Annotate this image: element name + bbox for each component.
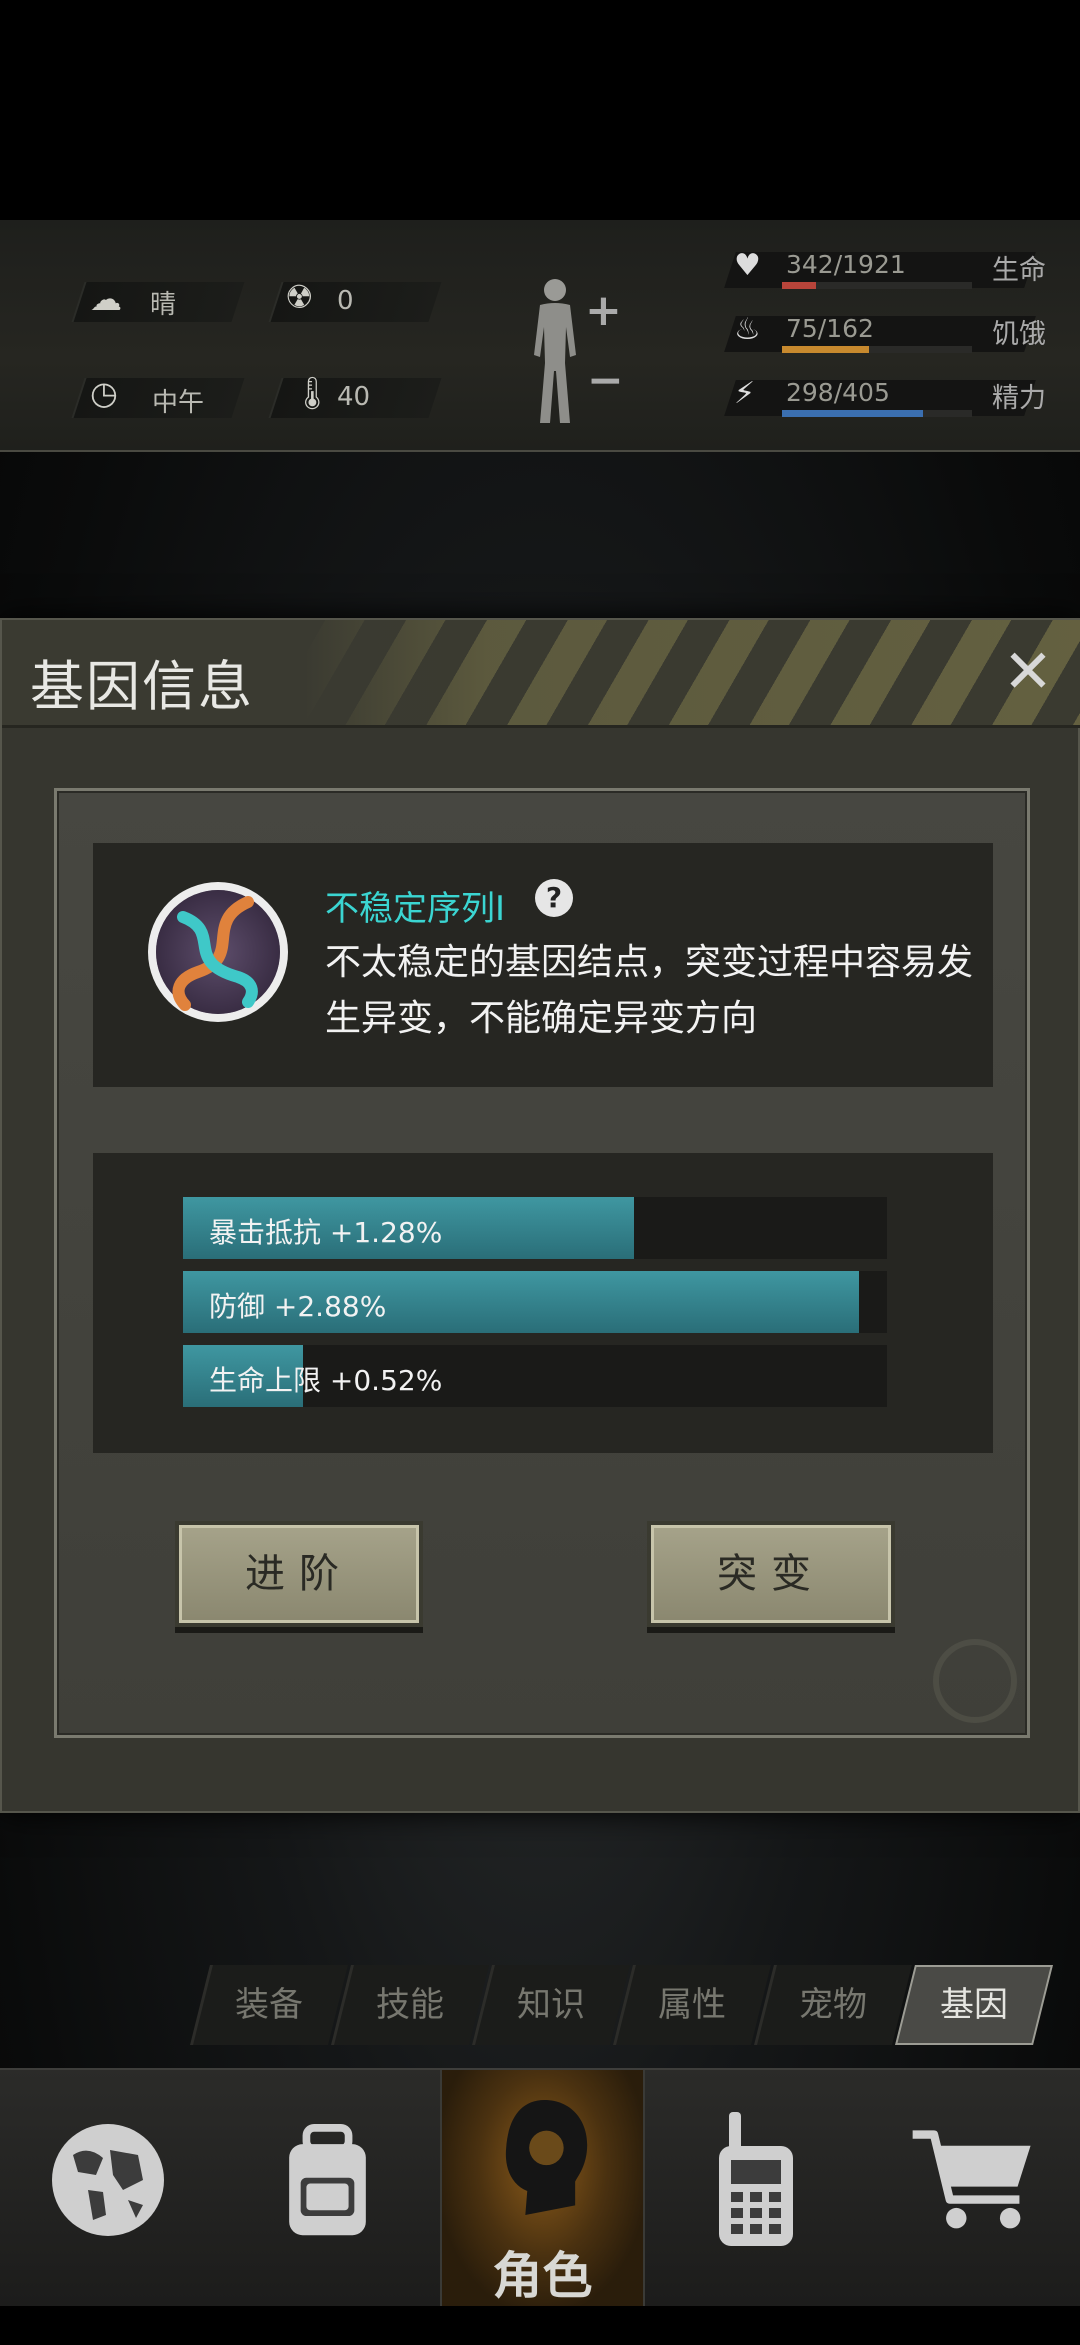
walkie-talkie-icon (719, 2112, 793, 2246)
energy-icon: ⚡ (734, 376, 756, 411)
tab-5[interactable]: 基因 (895, 1965, 1053, 2045)
vital-bar-fill (782, 410, 923, 417)
nav-character[interactable]: 角色 (440, 2070, 645, 2308)
temperature-value: 40 (337, 382, 371, 412)
tab-label: 装备 (235, 1985, 303, 2025)
nav-character-label: 角色 (492, 2247, 593, 2305)
vital-row: ⚡ 298/405 精力 (720, 374, 1060, 420)
vital-name: 饥饿 (992, 319, 1046, 350)
tab-label: 基因 (940, 1985, 1008, 2025)
character-head-icon (505, 2100, 588, 2215)
weather-label: 晴 (150, 290, 177, 320)
nav-backpack[interactable] (215, 2070, 440, 2308)
stat-bar: 防御 +2.88% (183, 1271, 887, 1333)
tab-label: 技能 (376, 1985, 444, 2025)
gene-info-dialog: 基因信息 ✕ 不稳定序列Ⅰ ? 不太稳定的基因结点，突变过程中容易发生异变，不能… (0, 618, 1080, 1813)
bottom-edge (0, 2306, 1080, 2345)
tab-label: 宠物 (799, 1985, 867, 2025)
advance-button[interactable]: 进阶 (175, 1521, 423, 1627)
globe-icon (52, 2124, 164, 2236)
stat-label: 生命上限 +0.52% (209, 1364, 443, 1397)
dialog-title: 基因信息 (30, 655, 254, 718)
dna-icon (148, 882, 288, 1022)
gene-name: 不稳定序列Ⅰ (325, 889, 506, 929)
vital-row: ♨ 75/162 饥饿 (720, 310, 1060, 356)
backpack-icon (289, 2124, 366, 2236)
vital-value: 298/405 (786, 378, 890, 407)
vital-bar-fill (782, 346, 870, 353)
nav-world[interactable] (0, 2070, 215, 2308)
vital-bar (782, 410, 972, 417)
clock-icon: ◷ (90, 374, 118, 412)
close-icon[interactable]: ✕ (996, 640, 1060, 704)
tab-1[interactable]: 技能 (331, 1965, 489, 2045)
gene-stats-box: 暴击抵抗 +1.28% 防御 +2.88% 生命上限 +0.52% (93, 1153, 993, 1453)
tab-label: 属性 (658, 1985, 726, 2025)
dialog-header: 基因信息 ✕ (2, 620, 1080, 728)
partly-cloudy-icon: ☁ (90, 280, 122, 318)
radiation-icon: ☢ (285, 278, 314, 316)
time-label: 中午 (152, 388, 205, 418)
character-tabs: 装备 技能 知识 属性 宠物 基因 (190, 1965, 1060, 2045)
tab-2[interactable]: 知识 (472, 1965, 630, 2045)
vital-bar-fill (782, 282, 817, 289)
vital-value: 75/162 (786, 314, 874, 343)
stat-label: 暴击抵抗 +1.28% (209, 1216, 443, 1249)
stomach-icon: ♨ (734, 312, 761, 347)
stat-bar: 生命上限 +0.52% (183, 1345, 887, 1407)
tab-3[interactable]: 属性 (613, 1965, 771, 2045)
nav-radio[interactable] (645, 2070, 860, 2308)
tab-label: 知识 (517, 1985, 585, 2025)
plus-icon[interactable]: + (585, 285, 622, 336)
vital-name: 生命 (992, 255, 1046, 286)
tab-0[interactable]: 装备 (190, 1965, 348, 2045)
bottom-navigation: 角色 (0, 2068, 1080, 2308)
gene-description-box: 不稳定序列Ⅰ ? 不太稳定的基因结点，突变过程中容易发生异变，不能确定异变方向 (93, 843, 993, 1087)
gene-panel: 不稳定序列Ⅰ ? 不太稳定的基因结点，突变过程中容易发生异变，不能确定异变方向 … (54, 788, 1030, 1738)
stat-label: 防御 +2.88% (209, 1290, 387, 1323)
vital-row: ♥ 342/1921 生命 (720, 246, 1060, 292)
minus-icon[interactable]: − (587, 355, 624, 406)
radiation-value: 0 (337, 286, 354, 316)
mutate-button[interactable]: 突变 (647, 1521, 895, 1627)
game-scene: ☁ 晴 ☢ 0 ◷ 中午 🌡 40 + − ♥ 342/1921 生命 ♨ 75/162… (0, 0, 1080, 2345)
vital-value: 342/1921 (786, 250, 906, 279)
shopping-cart-icon (912, 2130, 1031, 2229)
top-black-area (0, 0, 1080, 220)
radiation-watermark-icon (933, 1639, 1017, 1723)
status-bar: ☁ 晴 ☢ 0 ◷ 中午 🌡 40 + − ♥ 342/1921 生命 ♨ 75/162… (0, 220, 1080, 452)
stat-bar: 暴击抵抗 +1.28% (183, 1197, 887, 1259)
nav-shop[interactable] (860, 2070, 1080, 2308)
help-icon[interactable]: ? (535, 879, 573, 917)
vital-bar (782, 282, 972, 289)
thermometer-icon: 🌡 (292, 374, 333, 412)
body-figure-icon[interactable] (520, 275, 590, 425)
tab-4[interactable]: 宠物 (754, 1965, 912, 2045)
vital-name: 精力 (992, 383, 1046, 414)
heart-icon: ♥ (734, 248, 761, 283)
gene-description: 不太稳定的基因结点，突变过程中容易发生异变，不能确定异变方向 (325, 942, 974, 1039)
vital-bar (782, 346, 972, 353)
